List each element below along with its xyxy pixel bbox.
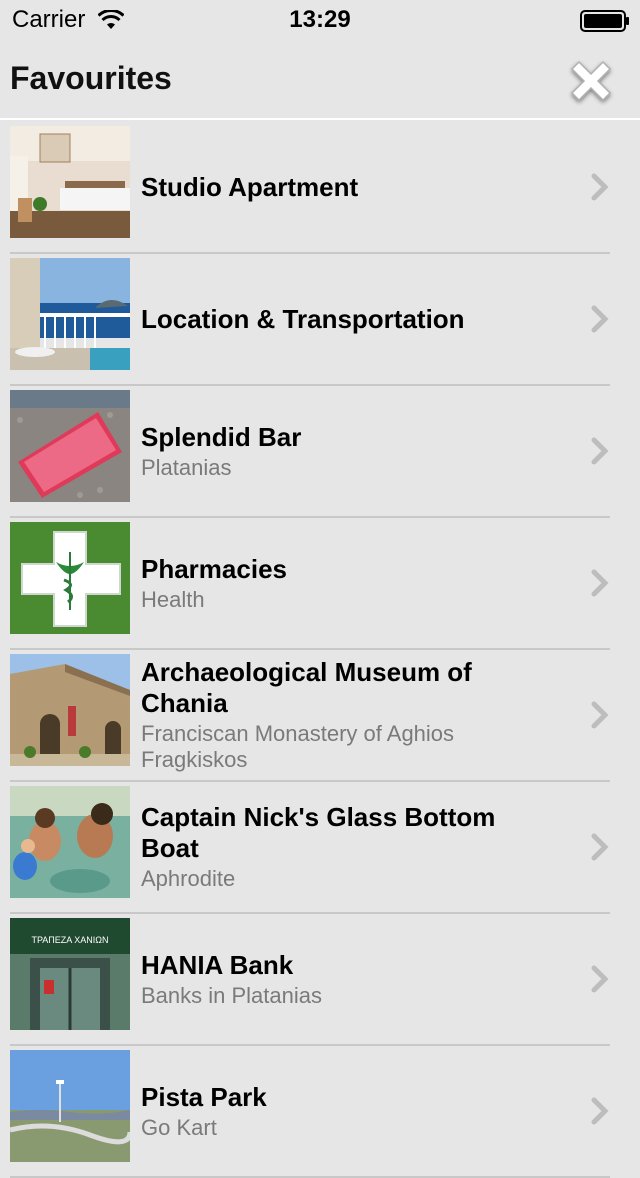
chevron-right-icon: [590, 305, 610, 333]
chevron-right-icon: [590, 701, 610, 729]
list-item-text: Pharmacies Health: [141, 518, 560, 648]
status-time: 13:29: [289, 6, 351, 33]
chevron-right-icon: [590, 1097, 610, 1125]
list-item-title: Captain Nick's Glass Bottom Boat: [141, 802, 496, 863]
list-item[interactable]: Splendid Bar Platanias: [10, 386, 610, 518]
list-item[interactable]: Studio Apartment: [10, 122, 610, 254]
favourites-list: Studio Apartment Location & Transportati…: [0, 122, 640, 1178]
list-item[interactable]: Location & Transportation: [10, 254, 610, 386]
pharmacy-cross-icon: [10, 522, 130, 634]
list-item-title: Pharmacies: [141, 553, 287, 584]
bank-thumbnail: ΤΡΑΠΕΖΑ ΧΑΝΙΩΝ: [10, 918, 130, 1030]
list-item-title: Location & Transportation: [141, 303, 465, 334]
list-item-subtitle: Go Kart: [141, 1114, 217, 1140]
bank-sign-text: ΤΡΑΠΕΖΑ ΧΑΝΙΩΝ: [31, 935, 108, 945]
list-item[interactable]: ΤΡΑΠΕΖΑ ΧΑΝΙΩΝ HANIA Bank Banks in Plata…: [10, 914, 610, 1046]
list-item-subtitle: Banks in Platanias: [141, 982, 322, 1008]
pista-park-thumbnail: [10, 1050, 130, 1162]
list-item-text: Pista Park Go Kart: [141, 1046, 560, 1176]
list-item-title: Splendid Bar: [141, 421, 302, 452]
chevron-right-icon: [590, 173, 610, 201]
list-item-text: Studio Apartment: [141, 122, 560, 252]
list-item-title: Studio Apartment: [141, 171, 359, 202]
splendid-bar-thumbnail: [10, 390, 130, 502]
list-item[interactable]: Pharmacies Health: [10, 518, 610, 650]
chevron-right-icon: [590, 437, 610, 465]
sea-view-thumbnail: [10, 258, 130, 370]
list-item-text: Captain Nick's Glass Bottom Boat Aphrodi…: [141, 782, 560, 912]
page-title: Favourites: [10, 60, 172, 96]
chevron-right-icon: [590, 833, 610, 861]
close-icon[interactable]: [564, 54, 618, 108]
list-item[interactable]: Archaeological Museum of Chania Francisc…: [10, 650, 610, 782]
list-item-title: Archaeological Museum of Chania: [141, 657, 472, 718]
museum-thumbnail: [10, 654, 130, 766]
chevron-right-icon: [590, 965, 610, 993]
chevron-right-icon: [590, 569, 610, 597]
list-item-text: Archaeological Museum of Chania Francisc…: [141, 650, 560, 780]
list-item[interactable]: Pista Park Go Kart: [10, 1046, 610, 1178]
status-bar: Carrier 13:29: [0, 0, 640, 40]
list-item-subtitle: Aphrodite: [141, 866, 236, 891]
navigation-bar: Favourites: [0, 40, 640, 120]
list-item-title: Pista Park: [141, 1081, 267, 1112]
glass-bottom-boat-thumbnail: [10, 786, 130, 898]
list-item-title: HANIA Bank: [141, 949, 294, 980]
list-item-text: Location & Transportation: [141, 254, 560, 384]
list-item-text: Splendid Bar Platanias: [141, 386, 560, 516]
list-item[interactable]: Captain Nick's Glass Bottom Boat Aphrodi…: [10, 782, 610, 914]
list-item-subtitle: Health: [141, 586, 205, 612]
list-item-subtitle: Franciscan Monastery of Aghios Fragkisko…: [141, 721, 455, 772]
list-item-subtitle: Platanias: [141, 454, 232, 480]
studio-apartment-thumbnail: [10, 126, 130, 238]
battery-icon: [580, 10, 630, 37]
list-item-text: HANIA Bank Banks in Platanias: [141, 914, 560, 1044]
